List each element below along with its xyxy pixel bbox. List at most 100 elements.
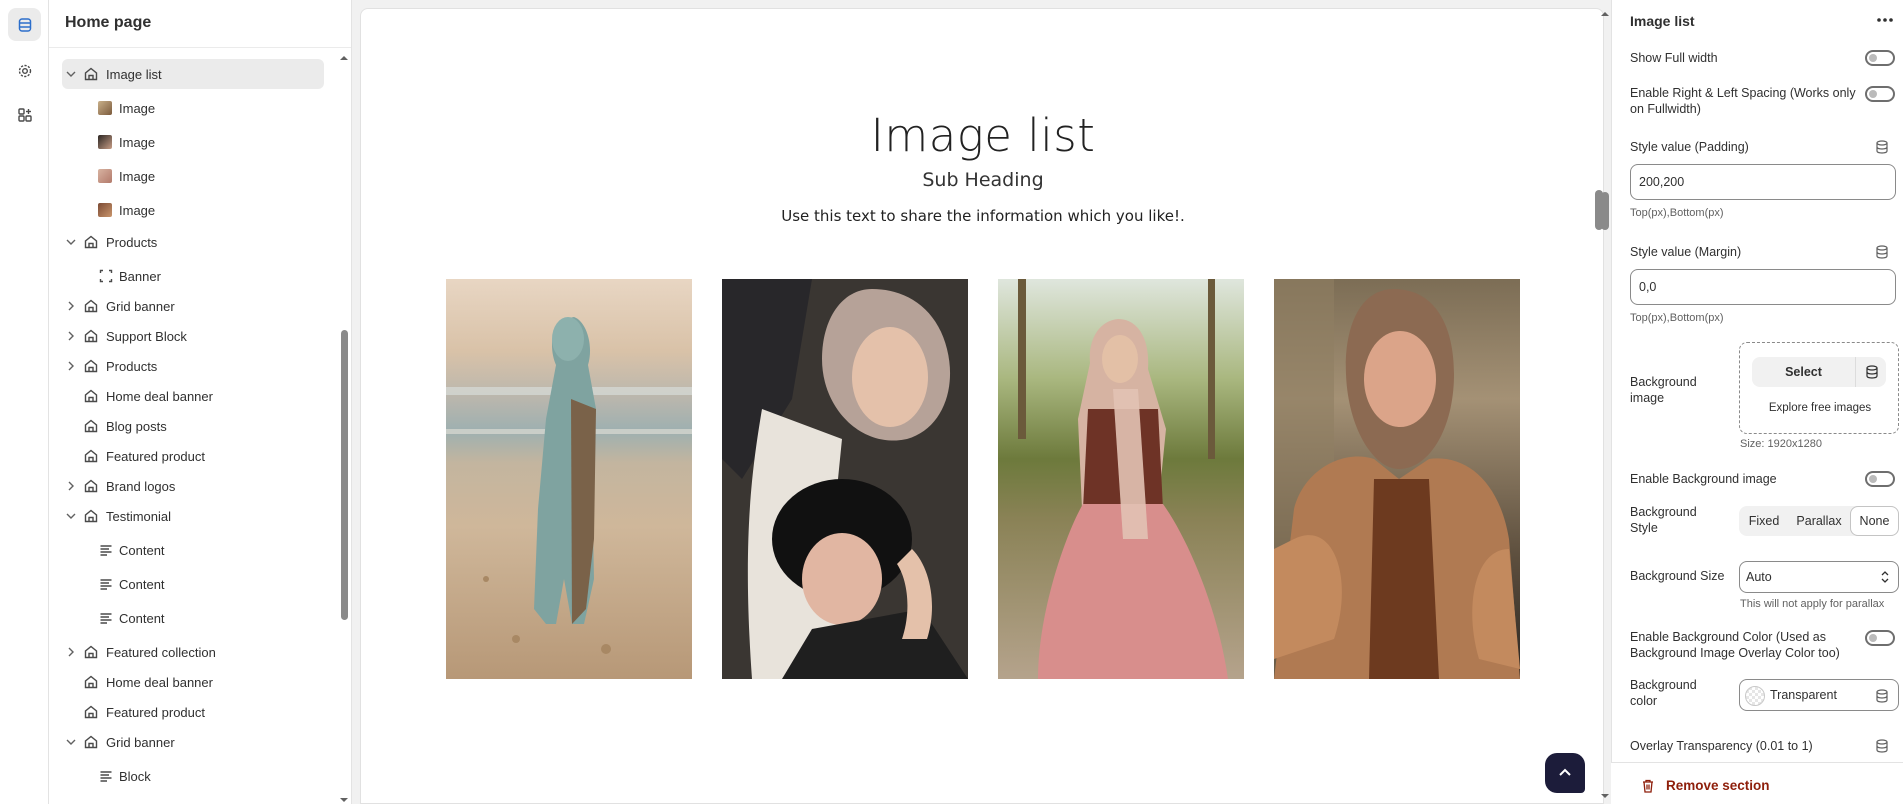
tree-item[interactable]: Blog posts [49,411,324,441]
enable-spacing-toggle[interactable] [1865,86,1895,102]
section-icon [84,675,98,689]
tree-item[interactable]: Grid banner [49,727,324,757]
tree-item[interactable]: Products [49,351,324,381]
image-thumbnail [98,203,112,217]
photo-pink-skirt[interactable] [998,279,1244,679]
chevron-right-icon[interactable] [64,479,78,493]
dynamic-source-icon[interactable] [1857,357,1886,387]
enable-bg-image-toggle[interactable] [1865,471,1895,487]
bg-style-fixed[interactable]: Fixed [1739,506,1789,536]
show-full-width-toggle[interactable] [1865,50,1895,66]
text-icon [100,771,112,782]
bg-color-picker[interactable]: Transparent [1739,679,1899,711]
chevron-right-icon[interactable] [64,329,78,343]
section-icon [84,329,98,343]
scroll-thumb[interactable] [341,330,348,620]
bg-style-parallax[interactable]: Parallax [1789,506,1849,536]
dynamic-source-icon[interactable] [1875,140,1889,154]
tree-item[interactable]: Content [49,535,324,565]
tree-item[interactable]: Brand logos [49,471,324,501]
sections-panel: Home page Image list Image Image Image Image… [49,0,352,804]
tree-item-label: Image [119,169,156,184]
more-actions-icon[interactable] [1874,10,1896,30]
chevron-down-icon[interactable] [64,735,78,749]
tree-item[interactable]: Image [49,161,324,191]
tree-item[interactable]: Home deal banner [49,381,324,411]
dynamic-source-icon[interactable] [1875,739,1889,753]
section-icon [84,299,98,313]
tree-item-label: Products [106,359,158,374]
tree-item[interactable]: Image [49,127,324,157]
explore-free-images-link[interactable]: Explore free images [1740,402,1900,414]
photo-fur-vest[interactable] [1274,279,1520,679]
enable-bg-color-toggle[interactable] [1865,630,1895,646]
tree-item[interactable]: Image [49,195,324,225]
tree-item[interactable]: Grid banner [49,291,324,321]
chevron-down-icon[interactable] [64,235,78,249]
section-icon [84,479,98,493]
tree-item[interactable]: Testimonial [49,501,324,531]
overlay-label: Overlay Transparency (0.01 to 1) [1630,739,1813,753]
padding-input[interactable]: 200,200 [1630,164,1896,200]
tree-item[interactable]: Support Block [49,321,324,351]
apps-icon[interactable] [8,98,41,131]
tree-item[interactable]: Banner [49,261,324,291]
tree-item[interactable]: Content [49,603,324,633]
tree-item[interactable]: Featured collection [49,637,324,667]
section-icon [84,359,98,373]
size-hint: Size: 1920x1280 [1740,438,1822,450]
section-icon [84,235,98,249]
tree-item[interactable]: Image [49,93,324,123]
color-swatch[interactable] [1745,686,1765,706]
section-icon [84,389,98,403]
back-to-top-button[interactable] [1545,753,1585,793]
tree-item[interactable]: Featured product [49,441,324,471]
scroll-up-icon [1601,12,1609,16]
tree-item-label: Content [119,543,165,558]
text-icon [100,579,112,590]
margin-label: Style value (Margin) [1630,245,1742,259]
padding-hint: Top(px),Bottom(px) [1630,207,1724,219]
chevron-right-icon[interactable] [64,299,78,313]
chevron-right-icon[interactable] [64,359,78,373]
chevron-down-icon[interactable] [64,67,78,81]
gear-icon[interactable] [8,54,41,87]
chevron-right-icon[interactable] [64,645,78,659]
remove-section-button[interactable]: Remove section [1666,778,1770,793]
sections-icon[interactable] [8,8,41,41]
text-icon [100,613,112,624]
tree-item[interactable]: Image list [49,59,324,89]
tree-item-label: Grid banner [106,735,175,750]
dynamic-source-icon[interactable] [1875,689,1889,703]
section-subheading: Sub Heading [922,169,1044,191]
dynamic-source-icon[interactable] [1875,245,1889,259]
settings-scroll-thumb[interactable] [1594,190,1605,230]
bg-size-select[interactable]: Auto [1739,561,1899,593]
section-icon [84,705,98,719]
trash-icon[interactable] [1641,779,1655,793]
margin-input[interactable]: 0,0 [1630,269,1896,305]
tree-item-label: Home deal banner [106,389,213,404]
scroll-down-icon [1601,794,1609,798]
tree-item[interactable]: Featured product [49,697,324,727]
preview-scrollbar[interactable] [1599,8,1611,804]
bg-style-none[interactable]: None [1850,506,1899,536]
select-image-button[interactable]: Select [1752,357,1856,387]
section-icon [84,509,98,523]
tree-item[interactable]: Home deal banner [49,667,324,697]
preview-frame: Image list Sub Heading Use this text to … [360,8,1604,804]
panel-header: Home page [49,0,351,48]
photo-beach-walk[interactable] [446,279,692,679]
left-scrollbar[interactable] [338,50,350,802]
chevron-down-icon[interactable] [64,509,78,523]
tree-item[interactable]: Content [49,569,324,599]
app-rail [0,0,49,804]
tree-item-label: Brand logos [106,479,176,494]
tree-item-label: Featured collection [106,645,216,660]
section-icon [84,67,98,81]
tree-item[interactable]: Products [49,227,324,257]
tree-item[interactable]: Block [49,761,324,791]
enable-bg-image-label: Enable Background image [1630,472,1777,486]
section-heading: Image list [870,109,1096,162]
photo-two-women[interactable] [722,279,968,679]
